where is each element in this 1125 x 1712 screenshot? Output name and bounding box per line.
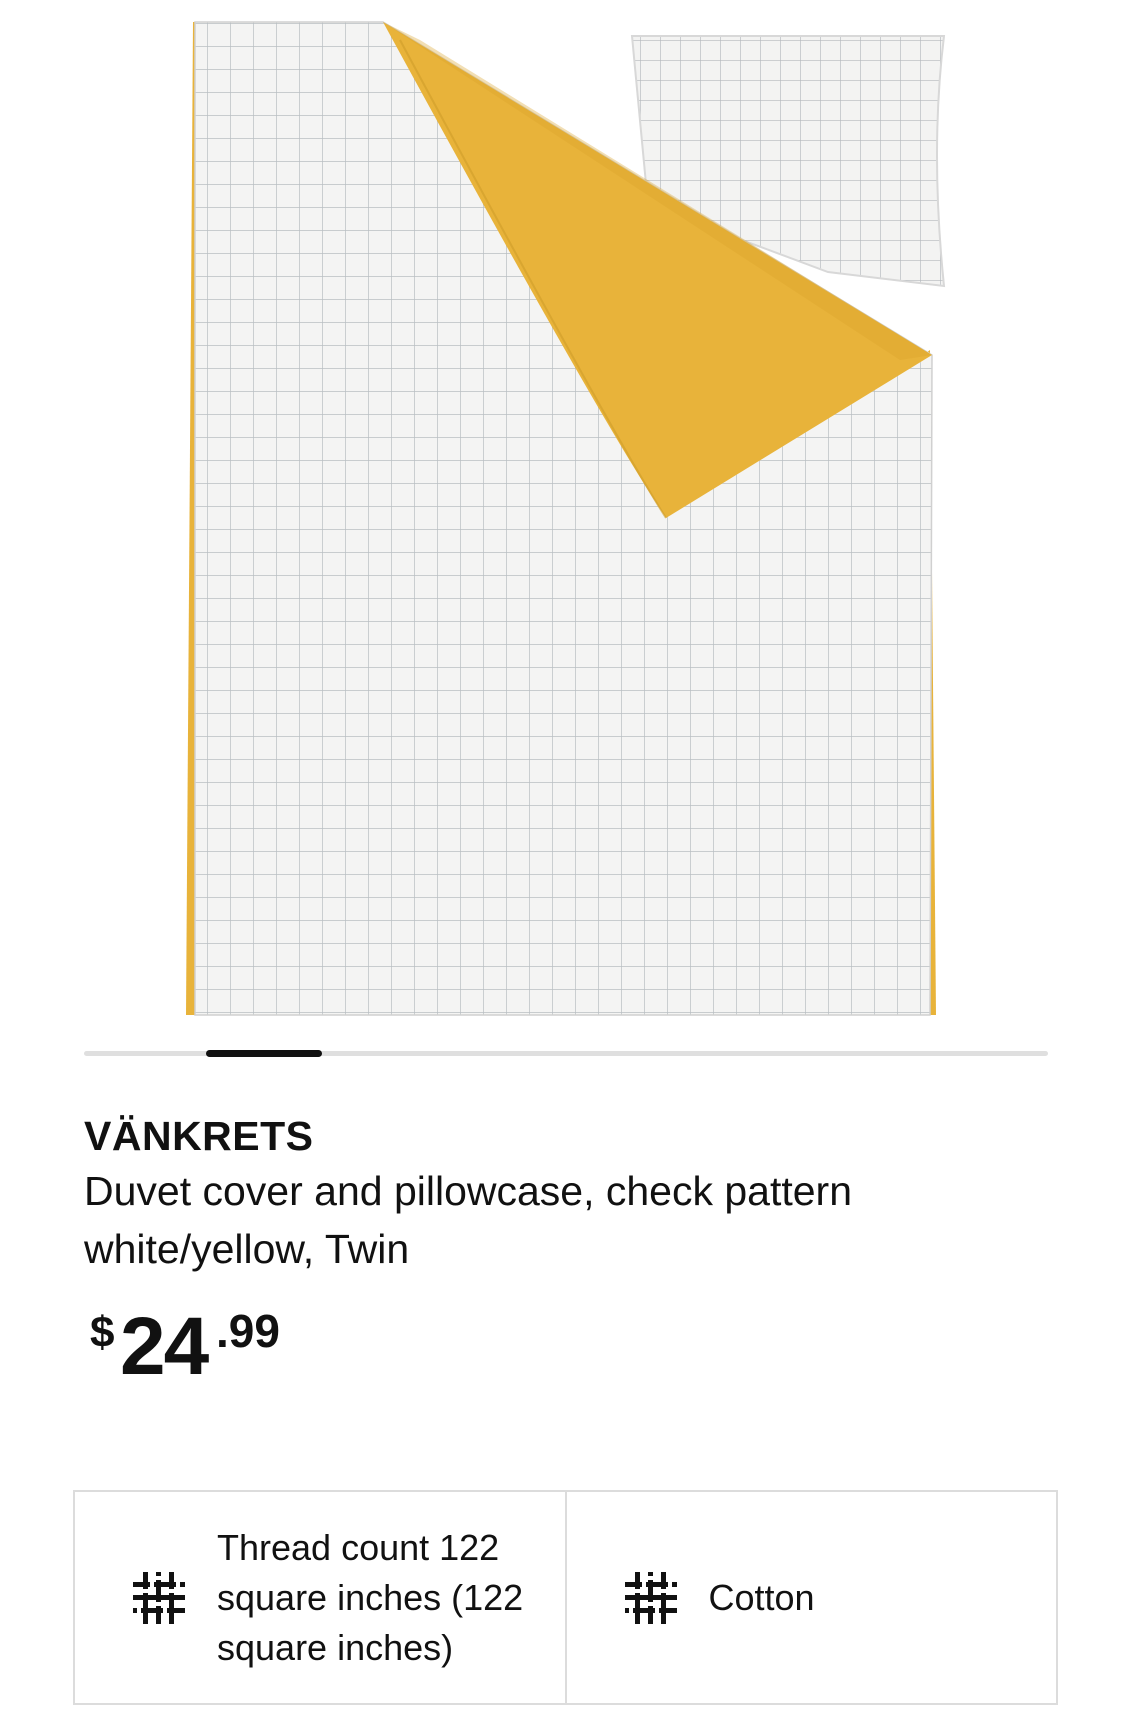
feature-material-label: Cotton — [708, 1576, 815, 1618]
price-currency: $ — [90, 1308, 115, 1357]
product-price: $ 24 .99 — [84, 1300, 1044, 1392]
image-carousel-scrollbar[interactable] — [84, 1050, 1048, 1057]
carousel-scroll-thumb[interactable] — [206, 1050, 322, 1057]
product-info: VÄNKRETS Duvet cover and pillowcase, che… — [84, 1110, 1044, 1392]
product-description-line-1: Duvet cover and pillowcase, check patter… — [84, 1168, 853, 1214]
duvet-cover-photo — [186, 21, 946, 1016]
feature-material: Cotton — [564, 1492, 1057, 1703]
product-features: Thread count 122 square inches (122 squa… — [73, 1490, 1058, 1705]
product-image[interactable] — [0, 0, 1125, 1030]
feature-thread-count-label: Thread count 122 square inches (122 squa… — [217, 1526, 524, 1668]
product-description-line-2: white/yellow, Twin — [84, 1226, 410, 1272]
feature-thread-count: Thread count 122 square inches (122 squa… — [75, 1492, 565, 1703]
fabric-weave-icon — [624, 1571, 677, 1624]
fabric-weave-icon — [133, 1571, 185, 1624]
price-integer: 24 — [120, 1301, 209, 1392]
price-decimal: .99 — [216, 1305, 280, 1357]
product-description: Duvet cover and pillowcase, check patter… — [84, 1162, 1044, 1278]
product-name: VÄNKRETS — [84, 1113, 314, 1159]
